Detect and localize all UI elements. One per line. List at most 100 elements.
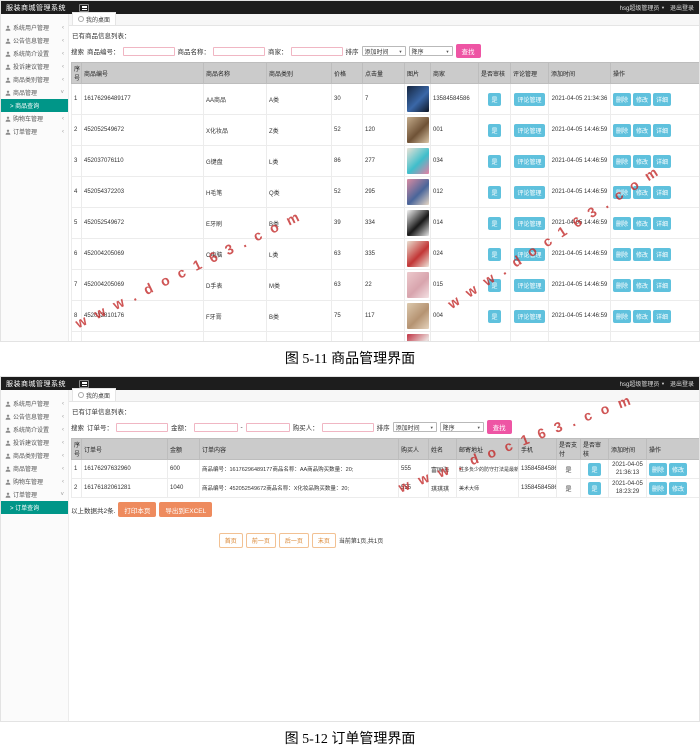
sidebar-item-3[interactable]: 系统简介设置‹ — [1, 423, 68, 436]
detail-button[interactable]: 详细 — [653, 186, 671, 199]
edit-button[interactable]: 修改 — [633, 124, 651, 137]
sidebar-item-8[interactable]: 订单管理‹ — [1, 125, 68, 138]
search-button[interactable]: 查找 — [487, 420, 512, 434]
sidebar-item-2[interactable]: 公告信息管理‹ — [1, 34, 68, 47]
sidebar-item-5[interactable]: 商品类别管理‹ — [1, 449, 68, 462]
edit-button[interactable]: 修改 — [669, 463, 687, 476]
sidebar-item-1[interactable]: 系统用户管理‹ — [1, 397, 68, 410]
comment-manage-button[interactable]: 评论管理 — [514, 248, 544, 261]
edit-button[interactable]: 修改 — [633, 93, 651, 106]
sidebar-item-6[interactable]: 商品管理‹ — [1, 462, 68, 475]
order-no-input[interactable] — [116, 423, 168, 432]
delete-button[interactable]: 删除 — [613, 248, 631, 261]
delete-button[interactable]: 删除 — [649, 482, 667, 495]
logout-link[interactable]: 退出登录 — [670, 379, 694, 388]
comment-manage-button[interactable]: 评论管理 — [514, 186, 544, 199]
amount-max-input[interactable] — [246, 423, 290, 432]
review-status-button[interactable]: 是 — [488, 279, 500, 292]
review-status-button[interactable]: 是 — [588, 482, 600, 495]
delete-button[interactable]: 删除 — [613, 341, 631, 343]
edit-button[interactable]: 修改 — [669, 482, 687, 495]
tab-my-desktop[interactable]: 我的桌面 — [72, 388, 116, 401]
detail-button[interactable]: 详细 — [653, 279, 671, 292]
sidebar-item-7[interactable]: 购物车管理‹ — [1, 475, 68, 488]
delete-button[interactable]: 删除 — [613, 217, 631, 230]
sort-field-select[interactable]: 添加时间▼ — [362, 46, 406, 56]
sidebar-subitem-active[interactable]: > 订单查询 — [1, 501, 68, 514]
edit-button[interactable]: 修改 — [633, 217, 651, 230]
comment-manage-button[interactable]: 评论管理 — [514, 155, 544, 168]
sidebar-item-8[interactable]: 订单管理˅ — [1, 488, 68, 501]
edit-button[interactable]: 修改 — [633, 310, 651, 323]
sort-order-select[interactable]: 降序▼ — [409, 46, 453, 56]
delete-button[interactable]: 删除 — [613, 279, 631, 292]
sort-field-select[interactable]: 添加时间▼ — [393, 422, 437, 432]
review-status-button[interactable]: 是 — [488, 341, 500, 343]
sidebar-item-2[interactable]: 公告信息管理‹ — [1, 410, 68, 423]
user-menu[interactable]: hsg超级管理员 ▼ — [620, 3, 665, 12]
sidebar-item-4[interactable]: 投诉建议管理‹ — [1, 60, 68, 73]
review-status-button[interactable]: 是 — [488, 217, 500, 230]
cell-price: 91 — [332, 332, 363, 343]
sidebar-subitem-active[interactable]: > 商品查询 — [1, 99, 68, 112]
buyer-input[interactable] — [322, 423, 374, 432]
edit-button[interactable]: 修改 — [633, 279, 651, 292]
merchant-input[interactable] — [291, 47, 343, 56]
prev-page-button[interactable]: 前一页 — [246, 533, 276, 548]
comment-manage-button[interactable]: 评论管理 — [514, 93, 544, 106]
sort-order-select[interactable]: 降序▼ — [440, 422, 484, 432]
detail-button[interactable]: 详细 — [653, 155, 671, 168]
edit-button[interactable]: 修改 — [633, 248, 651, 261]
detail-button[interactable]: 详细 — [653, 124, 671, 137]
edit-button[interactable]: 修改 — [633, 186, 651, 199]
product-name-input[interactable] — [213, 47, 265, 56]
review-status-button[interactable]: 是 — [488, 310, 500, 323]
review-status-button[interactable]: 是 — [588, 463, 600, 476]
delete-button[interactable]: 删除 — [649, 463, 667, 476]
sidebar-item-4[interactable]: 投诉建议管理‹ — [1, 436, 68, 449]
export-excel-button[interactable]: 导出到EXCEL — [159, 502, 212, 517]
menu-icon[interactable] — [79, 380, 89, 388]
tab-my-desktop[interactable]: 我的桌面 — [72, 12, 116, 25]
sidebar-item-7[interactable]: 购物车管理‹ — [1, 112, 68, 125]
comment-manage-button[interactable]: 评论管理 — [514, 279, 544, 292]
next-page-button[interactable]: 后一页 — [279, 533, 309, 548]
last-page-button[interactable]: 末页 — [312, 533, 336, 548]
delete-button[interactable]: 删除 — [613, 186, 631, 199]
cell-content: 商品编号：452052549672商品名称：X化妆品购买数量：20; — [200, 479, 399, 498]
review-status-button[interactable]: 是 — [488, 124, 500, 137]
amount-min-input[interactable] — [194, 423, 238, 432]
review-status-button[interactable]: 是 — [488, 186, 500, 199]
delete-button[interactable]: 删除 — [613, 93, 631, 106]
review-status-button[interactable]: 是 — [488, 155, 500, 168]
edit-button[interactable]: 修改 — [633, 341, 651, 343]
page: 服装商城管理系统 hsg超级管理员 ▼ 退出登录 系统用户管理‹公告信息管理‹系… — [0, 0, 700, 756]
delete-button[interactable]: 删除 — [613, 155, 631, 168]
user-menu[interactable]: hsg超级管理员 ▼ — [620, 379, 665, 388]
detail-button[interactable]: 详细 — [653, 93, 671, 106]
detail-button[interactable]: 详细 — [653, 248, 671, 261]
comment-manage-button[interactable]: 评论管理 — [514, 341, 544, 343]
delete-button[interactable]: 删除 — [613, 124, 631, 137]
edit-button[interactable]: 修改 — [633, 155, 651, 168]
detail-button[interactable]: 详细 — [653, 341, 671, 343]
product-code-input[interactable] — [123, 47, 175, 56]
comment-manage-button[interactable]: 评论管理 — [514, 310, 544, 323]
review-status-button[interactable]: 是 — [488, 248, 500, 261]
sidebar-item-1[interactable]: 系统用户管理‹ — [1, 21, 68, 34]
comment-manage-button[interactable]: 评论管理 — [514, 124, 544, 137]
chevron-down-icon: ˅ — [60, 492, 64, 498]
sidebar-item-6[interactable]: 商品管理˅ — [1, 86, 68, 99]
comment-manage-button[interactable]: 评论管理 — [514, 217, 544, 230]
detail-button[interactable]: 详细 — [653, 217, 671, 230]
menu-icon[interactable] — [79, 4, 89, 12]
first-page-button[interactable]: 首页 — [219, 533, 243, 548]
delete-button[interactable]: 删除 — [613, 310, 631, 323]
review-status-button[interactable]: 是 — [488, 93, 500, 106]
logout-link[interactable]: 退出登录 — [670, 3, 694, 12]
sidebar-item-3[interactable]: 系统简介设置‹ — [1, 47, 68, 60]
sidebar-item-5[interactable]: 商品类别管理‹ — [1, 73, 68, 86]
search-button[interactable]: 查找 — [456, 44, 481, 58]
detail-button[interactable]: 详细 — [653, 310, 671, 323]
print-button[interactable]: 打印本页 — [118, 502, 156, 517]
